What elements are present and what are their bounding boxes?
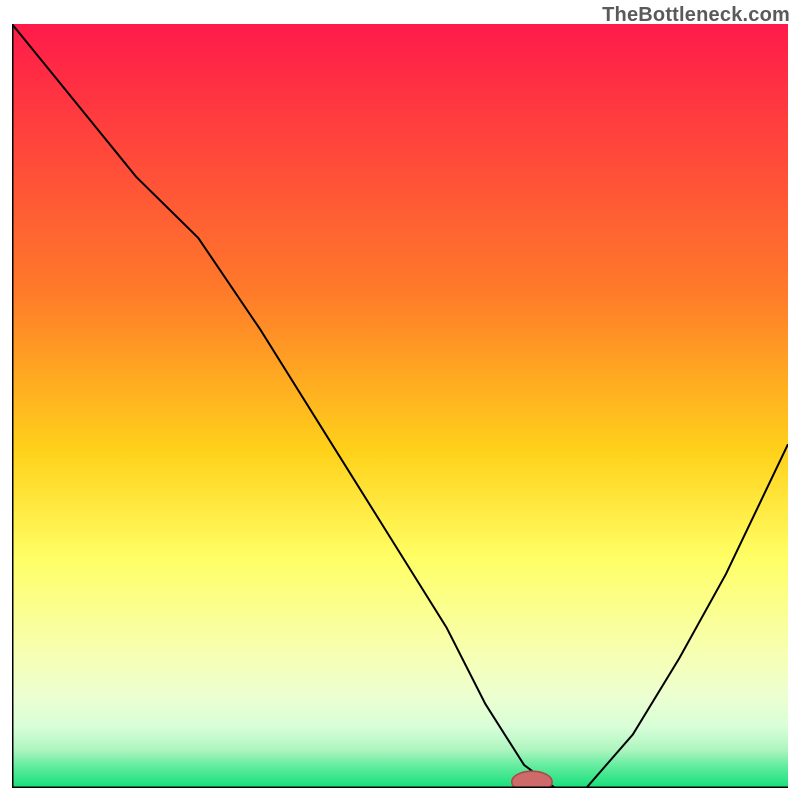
optimum-marker <box>512 771 552 788</box>
gradient-background <box>12 24 788 788</box>
plot-area <box>12 24 788 788</box>
chart-container: TheBottleneck.com <box>0 0 800 800</box>
chart-svg <box>12 24 788 788</box>
